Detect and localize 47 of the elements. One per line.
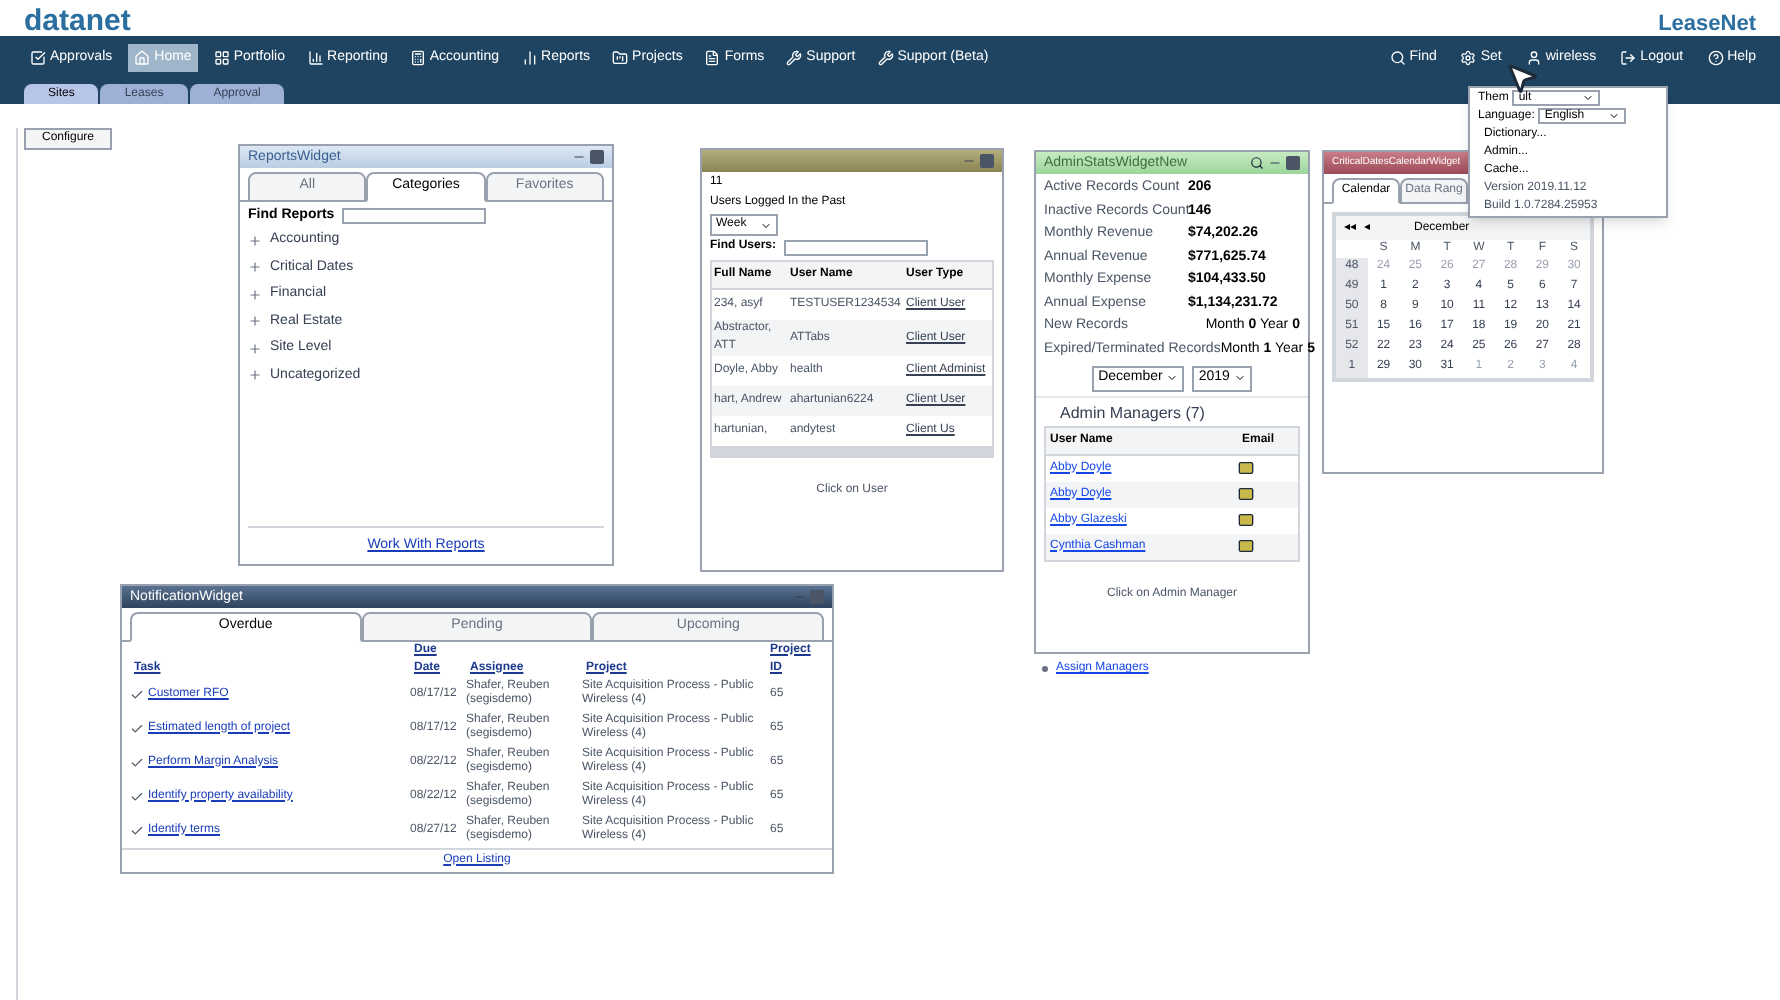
nav-icon (612, 50, 629, 66)
leasenet-brand: LeaseNet (1658, 14, 1756, 36)
expand-icon[interactable] (248, 368, 262, 383)
email-icon[interactable] (1238, 460, 1254, 476)
check-icon (130, 721, 144, 735)
expand-icon[interactable] (248, 314, 262, 329)
search-icon[interactable] (1250, 156, 1264, 170)
nav-icon (877, 50, 894, 66)
nav-icon (213, 50, 230, 66)
check-icon (130, 755, 144, 769)
check-icon (130, 687, 144, 701)
nav-icon (704, 50, 721, 66)
chevron-down-icon (760, 219, 772, 231)
managers-heading: Admin Managers (7) (1036, 395, 1308, 425)
email-icon[interactable] (1238, 486, 1254, 502)
close-icon[interactable] (590, 150, 604, 164)
chevron-down-icon (1166, 372, 1179, 385)
header-action-icon (1707, 50, 1724, 66)
nav-icon (134, 50, 151, 66)
check-icon (130, 789, 144, 803)
expand-icon[interactable] (248, 233, 262, 248)
search-field[interactable] (342, 207, 487, 224)
expand-icon[interactable] (248, 260, 262, 275)
email-icon[interactable] (1238, 538, 1254, 554)
header-action-icon (1525, 50, 1542, 66)
nav-icon (30, 50, 46, 66)
chevron-down-icon (1233, 372, 1246, 385)
expand-icon[interactable] (248, 341, 262, 356)
close-icon[interactable] (980, 154, 994, 168)
minimize-icon[interactable] (792, 590, 806, 604)
header-action-icon (1460, 50, 1477, 66)
minimize-icon[interactable] (962, 154, 976, 168)
search-field[interactable] (784, 239, 929, 255)
check-icon (130, 823, 144, 837)
datanet-logo[interactable]: datanet (24, 6, 131, 36)
nav-icon (521, 50, 538, 66)
nav-icon (409, 50, 426, 66)
minimize-icon[interactable] (572, 150, 586, 164)
expand-icon[interactable] (248, 287, 262, 302)
header-action-icon (1389, 50, 1406, 66)
bullet-icon (1042, 666, 1048, 672)
close-icon[interactable] (1286, 156, 1300, 170)
scroll-bar[interactable] (710, 448, 994, 458)
email-icon[interactable] (1238, 512, 1254, 528)
header-action-icon (1620, 50, 1637, 66)
nav-icon (307, 50, 324, 66)
nav-icon (786, 50, 803, 66)
